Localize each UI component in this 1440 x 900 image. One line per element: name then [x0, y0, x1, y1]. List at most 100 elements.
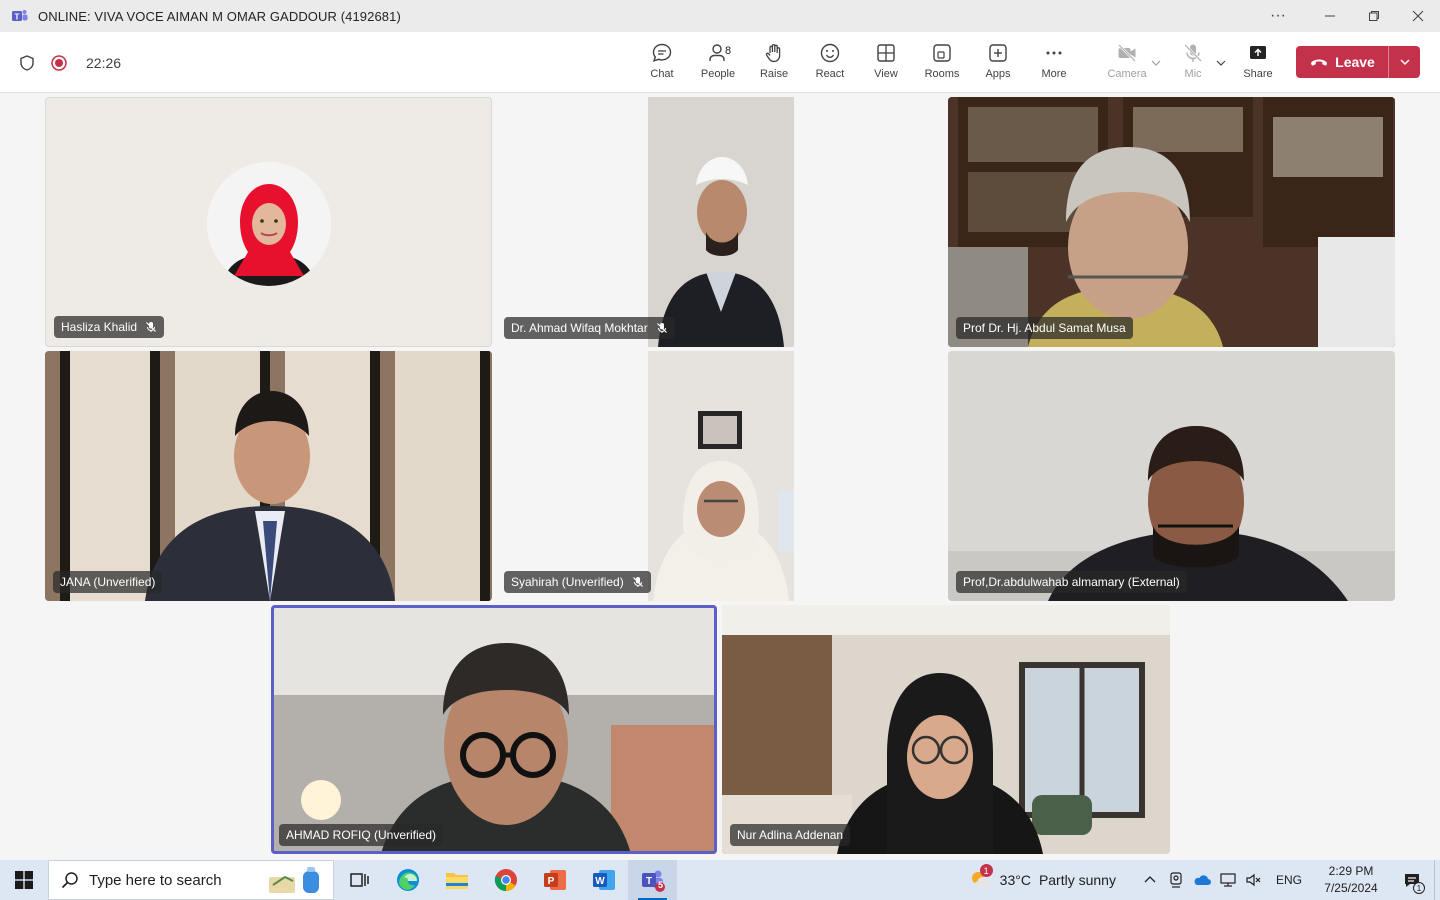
add-apps-icon	[989, 44, 1007, 62]
close-button[interactable]	[1396, 0, 1440, 32]
participant-name-tag: Prof,Dr.abdulwahab almamary (External)	[956, 571, 1187, 593]
participant-name-tag: Nur Adlina Addenan	[730, 824, 851, 846]
search-highlight-icon	[269, 867, 319, 893]
mic-off-icon	[1184, 44, 1202, 62]
participant-name-tag: Dr. Ahmad Wifaq Mokhtar	[504, 317, 675, 339]
windows-logo-icon	[15, 871, 33, 889]
rooms-button[interactable]: Rooms	[914, 42, 970, 86]
meet-now-tray-button[interactable]	[1164, 872, 1188, 888]
mic-button[interactable]: Mic	[1165, 42, 1221, 86]
taskbar-chrome[interactable]	[481, 860, 530, 900]
emoji-icon	[820, 43, 840, 63]
show-desktop-button[interactable]	[1434, 860, 1440, 900]
system-tray: 1 33°C Partly sunny ENG 2:29 PM 7/25/202…	[968, 860, 1440, 900]
participant-video	[648, 351, 794, 601]
folder-icon	[445, 873, 468, 889]
meeting-title: ONLINE: VIVA VOCE AIMAN M OMAR GADDOUR (…	[38, 8, 401, 24]
participant-tile[interactable]: Prof,Dr.abdulwahab almamary (External)	[948, 351, 1395, 601]
hand-icon	[765, 44, 781, 63]
taskbar-word[interactable]: W	[579, 860, 628, 900]
input-language[interactable]: ENG	[1276, 873, 1302, 887]
participant-tile[interactable]: Prof Dr. Hj. Abdul Samat Musa	[948, 97, 1395, 347]
shield-icon[interactable]	[18, 54, 36, 72]
task-view-button[interactable]	[334, 860, 383, 900]
restore-button[interactable]	[1352, 0, 1396, 32]
share-icon	[1250, 46, 1266, 59]
participant-name-tag: JANA (Unverified)	[53, 571, 163, 593]
leave-options-chevron-icon[interactable]	[1389, 46, 1420, 78]
participant-tile[interactable]: Hasliza Khalid	[45, 97, 492, 347]
clock[interactable]: 2:29 PM 7/25/2024	[1316, 863, 1386, 897]
notification-center-button[interactable]: 1	[1392, 871, 1432, 894]
svg-text:W: W	[595, 876, 605, 887]
clock-time: 2:29 PM	[1328, 864, 1374, 878]
participant-video	[45, 351, 492, 601]
participant-video	[948, 97, 1395, 347]
chrome-icon	[494, 869, 517, 891]
mic-muted-icon	[146, 322, 156, 332]
show-hidden-icons-button[interactable]	[1138, 874, 1162, 886]
teams-app-icon: T	[12, 10, 28, 22]
react-button[interactable]: React	[802, 42, 858, 86]
windows-taskbar: Type here to search P W T 5 1 33°C Partl…	[0, 860, 1440, 900]
participant-tile[interactable]: Nur Adlina Addenan	[722, 605, 1170, 854]
participant-name-tag: Prof Dr. Hj. Abdul Samat Musa	[956, 317, 1133, 339]
weather-condition: Partly sunny	[1038, 872, 1116, 888]
cloud-icon	[1194, 875, 1211, 885]
participant-name-tag: Hasliza Khalid	[54, 316, 165, 338]
participant-video	[648, 97, 794, 347]
leave-button[interactable]: Leave	[1296, 46, 1420, 78]
participant-tile-active-speaker[interactable]: AHMAD ROFIQ (Unverified)	[271, 605, 717, 854]
taskbar-file-explorer[interactable]	[432, 860, 481, 900]
video-gallery: Hasliza Khalid Dr. Ahmad Wifaq Mokhtar P…	[0, 93, 1440, 859]
participant-name-tag: AHMAD ROFIQ (Unverified)	[279, 824, 444, 846]
taskbar-powerpoint[interactable]: P	[530, 860, 579, 900]
participant-tile[interactable]: JANA (Unverified)	[45, 351, 492, 601]
svg-text:P: P	[547, 876, 554, 887]
hang-up-icon	[1311, 59, 1328, 66]
start-button[interactable]	[0, 860, 48, 900]
onedrive-tray-button[interactable]	[1190, 874, 1214, 886]
window-title-bar: T ONLINE: VIVA VOCE AIMAN M OMAR GADDOUR…	[0, 0, 1440, 32]
volume-tray-button[interactable]	[1242, 873, 1266, 887]
camera-button[interactable]: Camera	[1099, 42, 1155, 86]
chevron-up-icon	[1144, 876, 1156, 883]
network-tray-button[interactable]	[1216, 873, 1240, 887]
people-count: 8	[725, 45, 732, 57]
meeting-timer: 22:26	[86, 54, 122, 71]
weather-temperature: 33°C	[999, 872, 1031, 888]
notification-count-badge: 1	[1413, 882, 1425, 894]
people-button[interactable]: 8 People	[690, 42, 746, 86]
chat-icon	[652, 43, 672, 62]
participant-video	[948, 351, 1395, 601]
task-view-icon	[349, 873, 369, 887]
raise-hand-button[interactable]: Raise	[746, 42, 802, 86]
view-button[interactable]: View	[858, 42, 914, 86]
mic-muted-icon	[632, 577, 643, 587]
rooms-icon	[933, 44, 951, 62]
share-button[interactable]: Share	[1230, 42, 1286, 86]
search-placeholder: Type here to search	[89, 871, 222, 889]
grid-view-icon	[877, 44, 895, 62]
taskbar-edge[interactable]	[383, 860, 432, 900]
chat-button[interactable]: Chat	[634, 42, 690, 86]
volume-muted-icon	[1246, 873, 1261, 887]
camera-options-chevron-icon[interactable]	[1151, 58, 1161, 71]
taskbar-search-box[interactable]: Type here to search	[48, 860, 334, 900]
leave-label: Leave	[1335, 54, 1375, 70]
participant-tile[interactable]: Syahirah (Unverified)	[496, 351, 944, 601]
apps-button[interactable]: Apps	[970, 42, 1026, 86]
minimize-button[interactable]	[1308, 0, 1352, 32]
teams-notification-badge: 5	[658, 880, 664, 890]
taskbar-teams[interactable]: T 5	[628, 860, 677, 900]
weather-widget[interactable]: 1 33°C Partly sunny	[968, 864, 1116, 892]
mic-options-chevron-icon[interactable]	[1216, 58, 1226, 71]
participant-video	[722, 605, 1170, 854]
word-icon: W	[592, 870, 615, 890]
svg-text:T: T	[15, 13, 20, 22]
search-icon	[61, 872, 78, 889]
more-options-button[interactable]: ···	[1256, 0, 1300, 32]
participant-tile[interactable]: Dr. Ahmad Wifaq Mokhtar	[496, 97, 944, 347]
more-button[interactable]: More	[1026, 42, 1082, 86]
edge-icon	[396, 869, 419, 891]
